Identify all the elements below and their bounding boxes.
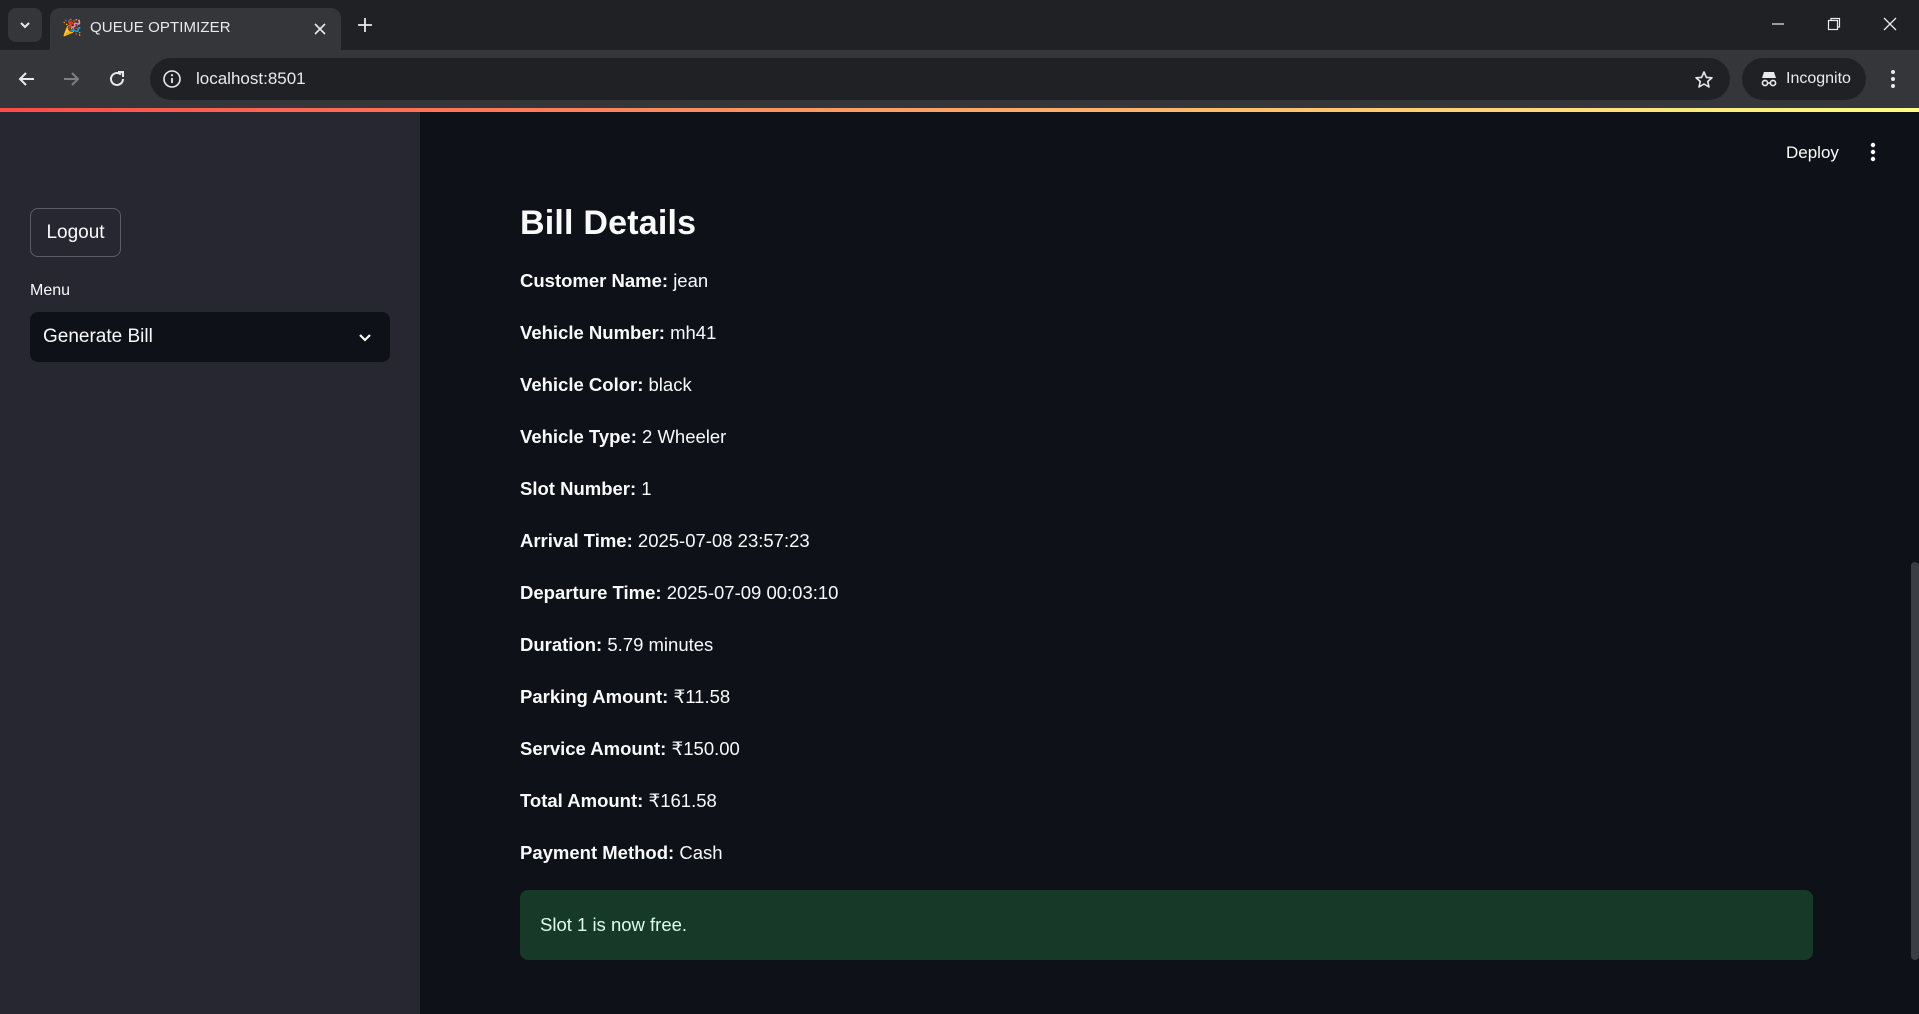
field-value: black bbox=[648, 374, 692, 395]
incognito-icon bbox=[1758, 69, 1780, 89]
success-alert: Slot 1 is now free. bbox=[520, 890, 1813, 960]
tab-search-chevron-icon[interactable] bbox=[8, 8, 42, 42]
logout-button[interactable]: Logout bbox=[30, 208, 121, 257]
bill-field-parking-amount: Parking Amount: ₹11.58 bbox=[520, 686, 730, 708]
menu-select-value: Generate Bill bbox=[43, 326, 153, 347]
bookmark-star-icon[interactable] bbox=[1692, 68, 1716, 92]
success-alert-text: Slot 1 is now free. bbox=[540, 914, 688, 935]
browser-menu-kebab-icon[interactable] bbox=[1880, 64, 1906, 94]
scrollbar-thumb[interactable] bbox=[1911, 562, 1919, 960]
bill-field-service-amount: Service Amount: ₹150.00 bbox=[520, 738, 740, 760]
field-label: Vehicle Number: bbox=[520, 322, 665, 343]
field-label: Slot Number: bbox=[520, 478, 637, 499]
field-value: 1 bbox=[641, 478, 652, 499]
bill-field-duration: Duration: 5.79 minutes bbox=[520, 634, 713, 656]
deploy-button[interactable]: Deploy bbox=[1786, 143, 1839, 163]
field-label: Vehicle Color: bbox=[520, 374, 644, 395]
bill-field-vehicle-number: Vehicle Number: mh41 bbox=[520, 322, 716, 344]
close-tab-icon[interactable] bbox=[309, 18, 331, 40]
bill-field-payment-method: Payment Method: Cash bbox=[520, 842, 723, 864]
field-value: Cash bbox=[679, 842, 723, 863]
bill-field-customer-name: Customer Name: jean bbox=[520, 270, 708, 292]
field-label: Total Amount: bbox=[520, 790, 644, 811]
bill-field-total-amount: Total Amount: ₹161.58 bbox=[520, 790, 717, 812]
url-text[interactable]: localhost:8501 bbox=[196, 69, 306, 89]
field-value: ₹161.58 bbox=[648, 790, 717, 811]
party-popper-favicon-icon: 🎉 bbox=[62, 20, 82, 37]
new-tab-plus-icon[interactable] bbox=[352, 12, 378, 38]
field-label: Duration: bbox=[520, 634, 603, 655]
browser-toolbar: localhost:8501 Incognito bbox=[0, 50, 1919, 108]
field-label: Service Amount: bbox=[520, 738, 667, 759]
incognito-label: Incognito bbox=[1786, 70, 1851, 87]
bill-field-vehicle-type: Vehicle Type: 2 Wheeler bbox=[520, 426, 726, 448]
field-label: Arrival Time: bbox=[520, 530, 633, 551]
incognito-indicator[interactable]: Incognito bbox=[1742, 58, 1866, 100]
field-value: 2 Wheeler bbox=[642, 426, 727, 447]
field-label: Payment Method: bbox=[520, 842, 675, 863]
field-value: 2025-07-09 00:03:10 bbox=[666, 582, 839, 603]
close-window-icon[interactable] bbox=[1870, 8, 1910, 40]
bill-field-slot-number: Slot Number: 1 bbox=[520, 478, 652, 500]
minimize-window-icon[interactable] bbox=[1758, 8, 1798, 40]
browser-tab-strip: 🎉 QUEUE OPTIMIZER bbox=[0, 0, 1919, 50]
menu-select[interactable]: Generate Bill bbox=[30, 312, 390, 362]
field-value: ₹11.58 bbox=[673, 686, 731, 707]
field-value: mh41 bbox=[670, 322, 717, 343]
field-label: Departure Time: bbox=[520, 582, 662, 603]
bill-field-arrival-time: Arrival Time: 2025-07-08 23:57:23 bbox=[520, 530, 810, 552]
restore-window-icon[interactable] bbox=[1814, 8, 1854, 40]
site-info-icon[interactable] bbox=[160, 68, 184, 90]
field-label: Customer Name: bbox=[520, 270, 669, 291]
field-value: ₹150.00 bbox=[671, 738, 740, 759]
field-label: Parking Amount: bbox=[520, 686, 669, 707]
sidebar: Logout Menu Generate Bill bbox=[0, 112, 420, 1014]
app-main-menu-kebab-icon[interactable] bbox=[1861, 140, 1885, 164]
forward-arrow-icon[interactable] bbox=[56, 64, 86, 94]
browser-tab-active[interactable]: 🎉 QUEUE OPTIMIZER bbox=[50, 8, 341, 50]
field-value: 2025-07-08 23:57:23 bbox=[637, 530, 810, 551]
chevron-down-icon bbox=[354, 326, 376, 348]
bill-field-vehicle-color: Vehicle Color: black bbox=[520, 374, 692, 396]
address-bar[interactable]: localhost:8501 bbox=[150, 58, 1730, 100]
bill-field-departure-time: Departure Time: 2025-07-09 00:03:10 bbox=[520, 582, 838, 604]
field-value: 5.79 minutes bbox=[607, 634, 714, 655]
page-title: Bill Details bbox=[520, 204, 697, 242]
back-arrow-icon[interactable] bbox=[12, 64, 42, 94]
field-label: Vehicle Type: bbox=[520, 426, 637, 447]
field-value: jean bbox=[673, 270, 709, 291]
tab-title: QUEUE OPTIMIZER bbox=[90, 19, 231, 36]
reload-icon[interactable] bbox=[102, 64, 132, 94]
main-content: Deploy Bill Details Customer Name: jean … bbox=[420, 112, 1919, 1014]
menu-label: Menu bbox=[30, 282, 71, 299]
